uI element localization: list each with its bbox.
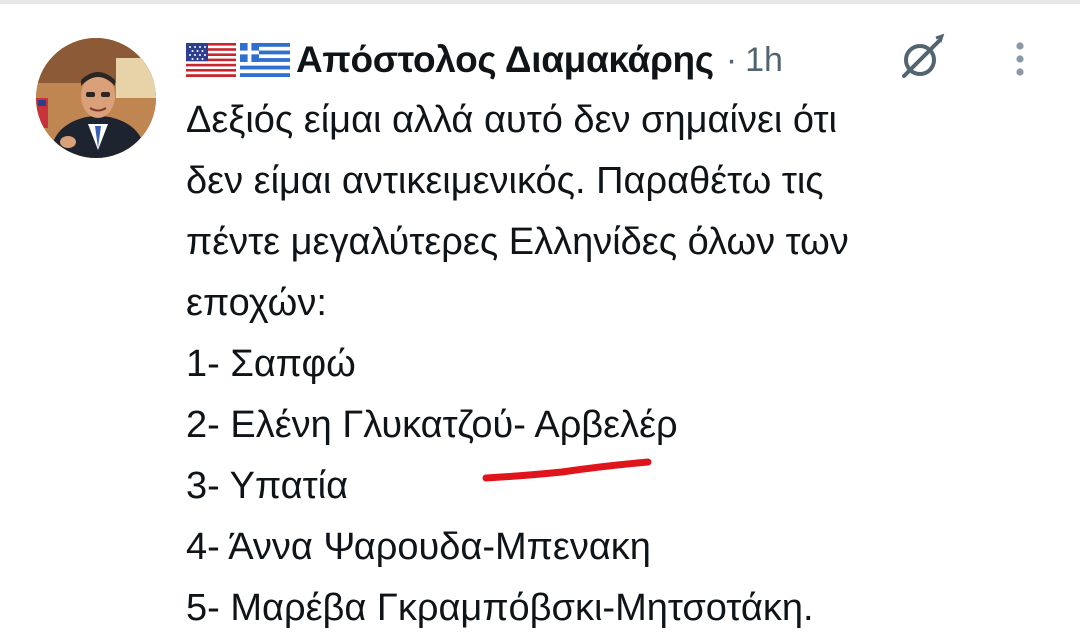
author-name[interactable]: Απόστολος Διαμακάρης (296, 39, 714, 81)
more-vertical-icon[interactable] (1008, 40, 1032, 80)
post-text-line: πέντε μεγαλύτερες Ελληνίδες όλων των (186, 221, 849, 263)
post-text-line: Δεξιός είμαι αλλά αυτό δεν σημαίνει ότι (186, 99, 837, 141)
top-divider (0, 0, 1080, 4)
list-item: 1- Σαπφώ (186, 343, 356, 385)
post-text-line: εποχών: (186, 282, 327, 324)
header-separator: · (725, 40, 738, 79)
post-text: Δεξιός είμαι αλλά αυτό δεν σημαίνει ότι … (186, 90, 1066, 639)
avatar[interactable] (36, 38, 156, 158)
list-item: 4- Άννα Ψαρουδα-Μπενακη (186, 526, 651, 568)
list-item: 2- Ελένη Γλυκατζού- Αρβελέρ (186, 404, 678, 446)
post-header: Απόστολος Διαμακάρης · 1h (186, 30, 783, 90)
us-flag-icon (186, 43, 236, 77)
profile-photo (36, 38, 156, 158)
post-timestamp[interactable]: 1h (745, 41, 783, 80)
greece-flag-icon (240, 43, 290, 77)
list-item: 5- Μαρέβα Γκραμπόβσκι-Μητσοτάκη. (186, 587, 814, 629)
grok-icon[interactable] (896, 32, 946, 82)
post-text-line: δεν είμαι αντικειμενικός. Παραθέτω τις (186, 160, 824, 202)
red-underline-annotation (482, 458, 652, 482)
